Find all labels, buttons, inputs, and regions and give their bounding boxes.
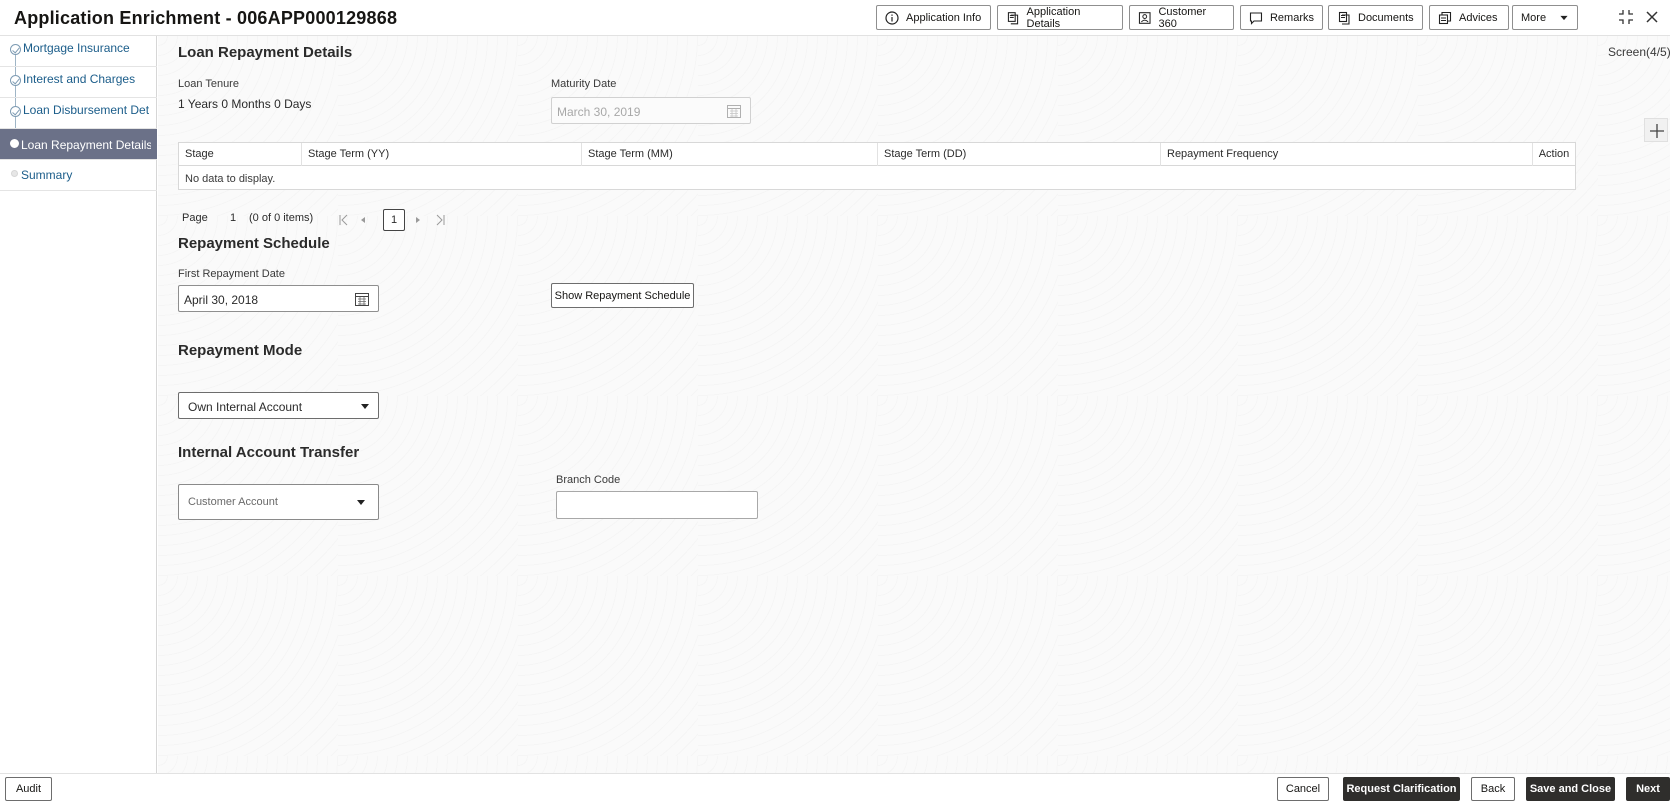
- info-icon: [885, 10, 899, 25]
- cancel-button[interactable]: Cancel: [1277, 777, 1329, 801]
- column-header-action: Action: [1538, 148, 1570, 160]
- sidebar-item-loan-repayment-details[interactable]: Loan Repayment Details: [0, 129, 157, 160]
- add-stage-button[interactable]: [1644, 118, 1668, 142]
- pager-page-label: Page: [182, 212, 208, 224]
- pending-step-icon: [11, 170, 18, 177]
- current-page-button[interactable]: 1: [383, 209, 405, 231]
- documents-label: Documents: [1358, 11, 1414, 24]
- sidebar-item-interest-and-charges[interactable]: Interest and Charges: [0, 67, 157, 98]
- close-icon[interactable]: [1643, 8, 1661, 26]
- check-circle-icon: [10, 106, 21, 117]
- customer-360-label: Customer 360: [1158, 5, 1207, 30]
- column-header-stage-term-yy[interactable]: Stage Term (YY): [302, 143, 582, 166]
- calendar-icon: [727, 105, 741, 118]
- sidebar-item-label: Mortgage Insurance: [23, 41, 130, 55]
- section-title-repayment-mode: Repayment Mode: [178, 342, 303, 359]
- column-header-stage[interactable]: Stage: [179, 143, 302, 166]
- section-title-repayment-schedule: Repayment Schedule: [178, 235, 330, 252]
- sidebar-item-label: Loan Repayment Details: [21, 138, 151, 152]
- sidebar: Mortgage Insurance Interest and Charges …: [0, 36, 157, 773]
- advices-label: Advices: [1459, 11, 1498, 24]
- footer-bar: Audit Cancel Request Clarification Back …: [0, 773, 1670, 801]
- pager-items-count: (0 of 0 items): [249, 212, 314, 224]
- audit-button[interactable]: Audit: [5, 777, 52, 801]
- calendar-icon[interactable]: [354, 291, 370, 307]
- repayment-mode-value: Own Internal Account: [188, 400, 303, 414]
- empty-table-message: No data to display.: [185, 173, 276, 185]
- page-title: Application Enrichment - 006APP000129868: [14, 8, 398, 28]
- first-repayment-date-input[interactable]: April 30, 2018: [178, 285, 379, 312]
- application-info-button[interactable]: Application Info: [876, 5, 991, 30]
- documents-button[interactable]: Documents: [1328, 5, 1423, 30]
- maturity-date-value: March 30, 2019: [557, 105, 641, 119]
- collapse-icon[interactable]: [1617, 8, 1635, 26]
- last-page-icon[interactable]: [434, 214, 446, 226]
- document-icon: [1007, 11, 1019, 24]
- stage-table: Stage Stage Term (YY) Stage Term (MM) St…: [178, 142, 1576, 190]
- user-card-icon: [1138, 11, 1151, 24]
- check-circle-icon: [10, 75, 21, 86]
- show-repayment-schedule-button[interactable]: Show Repayment Schedule: [551, 283, 694, 308]
- loan-tenure-label: Loan Tenure: [178, 78, 239, 90]
- next-page-icon[interactable]: [413, 214, 423, 226]
- save-and-close-button[interactable]: Save and Close: [1526, 777, 1615, 801]
- caret-down-icon: [1560, 15, 1568, 20]
- column-header-stage-term-dd[interactable]: Stage Term (DD): [878, 143, 1161, 166]
- back-button[interactable]: Back: [1471, 777, 1515, 801]
- remarks-button[interactable]: Remarks: [1240, 5, 1323, 30]
- request-clarification-button[interactable]: Request Clarification: [1343, 777, 1460, 801]
- loan-tenure-value: 1 Years 0 Months 0 Days: [178, 97, 312, 111]
- section-title-loan-repayment: Loan Repayment Details: [178, 44, 353, 61]
- sidebar-item-loan-disbursement[interactable]: Loan Disbursement Det ...: [0, 98, 157, 129]
- customer-360-button[interactable]: Customer 360: [1129, 5, 1234, 30]
- first-page-icon[interactable]: [338, 214, 350, 226]
- next-button[interactable]: Next: [1626, 777, 1670, 801]
- header-bar: Application Enrichment - 006APP000129868…: [0, 0, 1670, 36]
- application-details-label: Application Details: [1026, 5, 1081, 30]
- branch-code-label: Branch Code: [556, 474, 621, 486]
- main-content: Loan Repayment Details Screen(4/5) Loan …: [158, 36, 1670, 773]
- check-circle-icon: [10, 44, 21, 55]
- screen-counter: Screen(4/5): [1608, 45, 1670, 59]
- application-details-button[interactable]: Application Details: [997, 5, 1123, 30]
- more-label: More: [1521, 11, 1547, 24]
- section-title-internal-account-transfer: Internal Account Transfer: [178, 444, 360, 461]
- pager-page-number: 1: [230, 212, 237, 224]
- column-header-repayment-frequency[interactable]: Repayment Frequency: [1161, 143, 1533, 166]
- sidebar-item-label: Loan Disbursement Det ...: [23, 103, 153, 117]
- more-dropdown[interactable]: More: [1512, 5, 1578, 30]
- repayment-mode-select[interactable]: Own Internal Account: [178, 392, 379, 419]
- customer-account-select[interactable]: Customer Account: [178, 484, 379, 520]
- advices-icon: [1438, 11, 1452, 24]
- remarks-label: Remarks: [1269, 11, 1314, 24]
- sidebar-item-mortgage-insurance[interactable]: Mortgage Insurance: [0, 36, 157, 67]
- table-header: Stage Stage Term (YY) Stage Term (MM) St…: [179, 143, 1575, 166]
- first-repayment-date-value: April 30, 2018: [184, 293, 259, 307]
- branch-code-input[interactable]: [556, 491, 758, 519]
- first-repayment-date-label: First Repayment Date: [178, 268, 285, 280]
- caret-down-icon: [357, 500, 365, 505]
- document-icon: [1338, 11, 1350, 25]
- sidebar-item-label: Summary: [21, 168, 73, 182]
- comment-icon: [1249, 11, 1263, 25]
- plus-icon: [1650, 124, 1664, 138]
- advices-button[interactable]: Advices: [1429, 5, 1509, 30]
- sidebar-item-summary[interactable]: Summary: [0, 160, 157, 191]
- customer-account-placeholder: Customer Account: [188, 496, 278, 508]
- maturity-date-field: March 30, 2019: [551, 97, 751, 124]
- caret-down-icon: [361, 404, 369, 409]
- current-step-icon: [10, 139, 19, 148]
- application-info-label: Application Info: [906, 11, 982, 24]
- column-header-stage-term-mm[interactable]: Stage Term (MM): [582, 143, 878, 166]
- sidebar-item-label: Interest and Charges: [23, 72, 136, 86]
- maturity-date-label: Maturity Date: [551, 78, 617, 90]
- previous-page-icon[interactable]: [358, 214, 368, 226]
